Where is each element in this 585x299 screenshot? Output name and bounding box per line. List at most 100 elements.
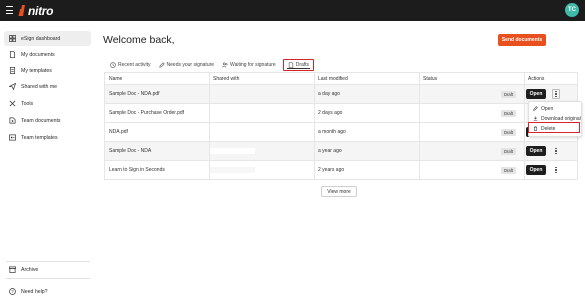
last-modified: a day ago	[318, 91, 340, 97]
view-more-button[interactable]: View more	[321, 186, 357, 197]
tab-label: Waiting for signature	[230, 62, 276, 68]
help-icon: ?	[9, 288, 16, 295]
tools-icon	[9, 100, 16, 107]
column-separator	[419, 142, 420, 160]
sidebar-item-tools[interactable]: Tools	[4, 96, 91, 111]
column-separator	[524, 123, 525, 141]
column-separator	[524, 161, 525, 179]
status-badge: Draft	[501, 166, 517, 174]
column-separator	[314, 85, 315, 103]
column-separator	[209, 161, 210, 179]
column-header-name[interactable]: Name	[109, 73, 122, 84]
column-header-actions: Actions	[528, 75, 545, 82]
tab-label: Needs your signature	[166, 62, 215, 68]
column-separator	[524, 142, 525, 160]
sidebar-item-label: Team templates	[21, 134, 58, 141]
sidebar-item-esign-dashboard[interactable]: eSign dashboard	[4, 31, 91, 46]
sidebar-item-label: My documents	[21, 51, 55, 58]
team-document-icon	[9, 117, 16, 124]
status-badge: Draft	[501, 90, 517, 98]
sidebar-item-archive[interactable]: Archive	[4, 262, 91, 277]
column-separator	[524, 73, 525, 84]
menu-item-open[interactable]: Open	[533, 104, 553, 113]
column-separator	[419, 104, 420, 122]
pencil-icon	[533, 106, 538, 111]
menu-item-label: Download original	[541, 115, 581, 122]
people-icon	[222, 62, 228, 68]
table-row[interactable]: Sample Doc - NDA a year ago Draft Open	[105, 141, 577, 160]
sidebar-item-label: eSign dashboard	[21, 35, 61, 42]
team-template-icon	[9, 134, 16, 141]
template-icon	[9, 67, 16, 74]
sidebar-item-label: Shared with me	[21, 83, 58, 90]
tab-recent-activity[interactable]: Recent activity	[106, 59, 155, 71]
column-header-status: Status	[423, 75, 438, 82]
table-row[interactable]: Learn to Sign in Seconds 2 years ago Dra…	[105, 160, 577, 179]
open-button[interactable]: Open	[526, 165, 546, 175]
column-separator	[209, 85, 210, 103]
last-modified: a month ago	[318, 129, 346, 135]
column-separator	[419, 85, 420, 103]
need-help-link[interactable]: ? Need help?	[4, 284, 91, 299]
help-label: Need help?	[21, 288, 48, 295]
more-options-icon[interactable]	[552, 89, 560, 99]
column-separator	[524, 104, 525, 122]
delete-highlight-box	[528, 122, 580, 133]
page-title: Welcome back,	[103, 34, 193, 46]
column-header-shared-with: Shared with	[213, 75, 240, 82]
send-icon	[9, 83, 16, 90]
menu-icon[interactable]	[6, 6, 13, 14]
table-row[interactable]: NDA.pdf a month ago Draft Open	[105, 122, 577, 141]
tab-waiting-for-signature[interactable]: Waiting for signature	[218, 59, 280, 71]
tab-needs-your-signature[interactable]: Needs your signature	[155, 59, 219, 71]
download-icon	[533, 116, 538, 121]
sidebar-item-label: Team documents	[21, 117, 61, 124]
column-separator	[419, 73, 420, 84]
status-badge: Draft	[501, 147, 517, 155]
open-button[interactable]: Open	[526, 89, 546, 99]
more-options-icon[interactable]	[553, 146, 559, 156]
document-name[interactable]: Sample Doc - Purchase Order.pdf	[109, 104, 184, 122]
sidebar-item-shared-with-me[interactable]: Shared with me	[4, 79, 91, 94]
redacted-name	[176, 35, 193, 45]
sidebar-item-my-templates[interactable]: My templates	[4, 63, 91, 78]
table-row[interactable]: Sample Doc - NDA.pdf a day ago Draft Ope…	[105, 84, 577, 103]
nitro-logo-mark-icon	[18, 4, 27, 17]
last-modified: 2 days ago	[318, 110, 343, 116]
pen-icon	[158, 62, 165, 68]
column-header-last-modified[interactable]: Last modified	[318, 73, 348, 84]
svg-text:?: ?	[11, 289, 14, 294]
column-separator	[314, 161, 315, 179]
sidebar-item-my-documents[interactable]: My documents	[4, 47, 91, 62]
logo-text: nitro	[28, 3, 54, 18]
document-name[interactable]: NDA.pdf	[109, 123, 128, 141]
sidebar-item-label: My templates	[21, 67, 52, 74]
nitro-logo[interactable]: nitro	[18, 3, 53, 18]
sidebar-item-team-documents[interactable]: Team documents	[4, 113, 91, 128]
document-icon	[9, 51, 16, 58]
column-separator	[314, 142, 315, 160]
main-content: Welcome back, Send documents Recent acti…	[96, 21, 585, 299]
avatar[interactable]: TC	[565, 3, 579, 17]
open-button[interactable]: Open	[526, 146, 546, 156]
column-separator	[314, 123, 315, 141]
document-name[interactable]: Sample Doc - NDA.pdf	[109, 85, 160, 103]
sidebar-item-label: Tools	[21, 100, 34, 107]
send-documents-button[interactable]: Send documents	[498, 34, 546, 46]
document-name[interactable]: Learn to Sign in Seconds	[109, 161, 165, 179]
tab-drafts[interactable]: Drafts	[282, 59, 315, 71]
column-separator	[209, 142, 210, 160]
more-options-icon[interactable]	[553, 165, 559, 175]
clock-icon	[110, 62, 116, 68]
top-bar: nitro TC	[0, 0, 585, 21]
column-separator	[209, 123, 210, 141]
sidebar-item-team-templates[interactable]: Team templates	[4, 130, 91, 145]
last-modified: a year ago	[318, 148, 342, 154]
documents-table: Name Shared with Last modified Status Ac…	[104, 72, 578, 180]
document-name[interactable]: Sample Doc - NDA	[109, 142, 151, 160]
column-separator	[209, 73, 210, 84]
column-separator	[524, 85, 525, 103]
redacted-recipient	[209, 167, 255, 173]
divider	[6, 278, 90, 279]
table-row[interactable]: Sample Doc - Purchase Order.pdf 2 days a…	[105, 103, 577, 122]
